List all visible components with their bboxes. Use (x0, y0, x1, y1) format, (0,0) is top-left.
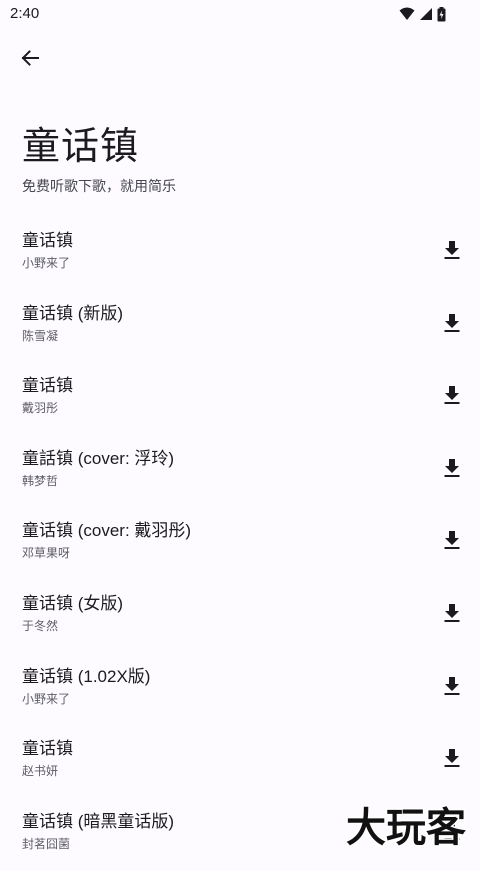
download-button[interactable] (440, 456, 464, 480)
watermark-logo: 大玩客 (336, 803, 476, 853)
page-title: 童话镇 (22, 126, 140, 168)
song-title: 童话镇 (新版) (22, 303, 124, 323)
song-item[interactable]: 童话镇 赵书妍 (0, 726, 480, 799)
download-button[interactable] (440, 311, 464, 335)
download-icon (444, 386, 460, 405)
download-icon (444, 531, 460, 550)
song-title: 童话镇 (暗黑童话版) (22, 811, 175, 831)
status-icons (399, 6, 446, 22)
status-time: 2:40 (10, 5, 40, 22)
song-artist: 小野来了 (22, 256, 71, 270)
song-title: 童话镇 (cover: 戴羽彤) (22, 521, 192, 541)
song-title: 童话镇 (22, 376, 73, 396)
download-icon (444, 458, 460, 477)
song-item[interactable]: 童话镇 小野来了 (0, 218, 480, 291)
wifi-icon (399, 7, 415, 21)
song-item[interactable]: 童话镇 (新版) 陈雪凝 (0, 291, 480, 364)
song-item[interactable]: 童话镇 戴羽彤 (0, 363, 480, 436)
download-icon (444, 313, 460, 332)
song-artist: 封茗囧菌 (22, 836, 71, 851)
page-subtitle: 免费听歌下歌，就用简乐 (22, 178, 176, 194)
download-button[interactable] (440, 528, 464, 552)
download-button[interactable] (440, 601, 464, 625)
arrow-left-icon (20, 48, 40, 73)
svg-text:大玩客: 大玩客 (346, 805, 466, 849)
download-button[interactable] (440, 383, 464, 407)
song-artist: 小野来了 (22, 691, 71, 706)
back-button[interactable] (16, 46, 44, 74)
download-icon (444, 241, 460, 259)
download-icon (444, 603, 460, 622)
song-item[interactable]: 童话镇 (1.02X版) 小野来了 (0, 654, 480, 727)
song-title: 童话镇 (1.02X版) (22, 666, 151, 686)
song-item[interactable]: 童話镇 (cover: 浮玲) 韩梦哲 (0, 436, 480, 509)
song-artist: 韩梦哲 (22, 473, 59, 488)
song-artist: 戴羽彤 (22, 401, 59, 416)
download-button[interactable] (440, 746, 464, 770)
song-title: 童话镇 (22, 231, 73, 250)
song-artist: 邓草果呀 (22, 546, 71, 561)
song-list: 童话镇 小野来了 童话镇 (新版) 陈雪凝 童话镇 戴羽彤 童話镇 (cover… (0, 218, 480, 871)
battery-charging-icon (437, 6, 446, 22)
song-item[interactable]: 童话镇 (女版) 于冬然 (0, 581, 480, 654)
song-title: 童話镇 (cover: 浮玲) (22, 448, 175, 468)
cell-signal-icon (419, 7, 433, 21)
status-bar: 2:40 (0, 0, 480, 28)
song-artist: 陈雪凝 (22, 328, 59, 343)
song-title: 童话镇 (女版) (22, 593, 124, 613)
download-button[interactable] (440, 238, 464, 262)
download-icon (444, 749, 460, 768)
song-artist: 于冬然 (22, 618, 59, 633)
song-title: 童话镇 (22, 739, 73, 759)
download-icon (444, 676, 460, 695)
download-button[interactable] (440, 674, 464, 698)
song-item[interactable]: 童话镇 (cover: 戴羽彤) 邓草果呀 (0, 508, 480, 581)
song-artist: 赵书妍 (22, 764, 59, 779)
